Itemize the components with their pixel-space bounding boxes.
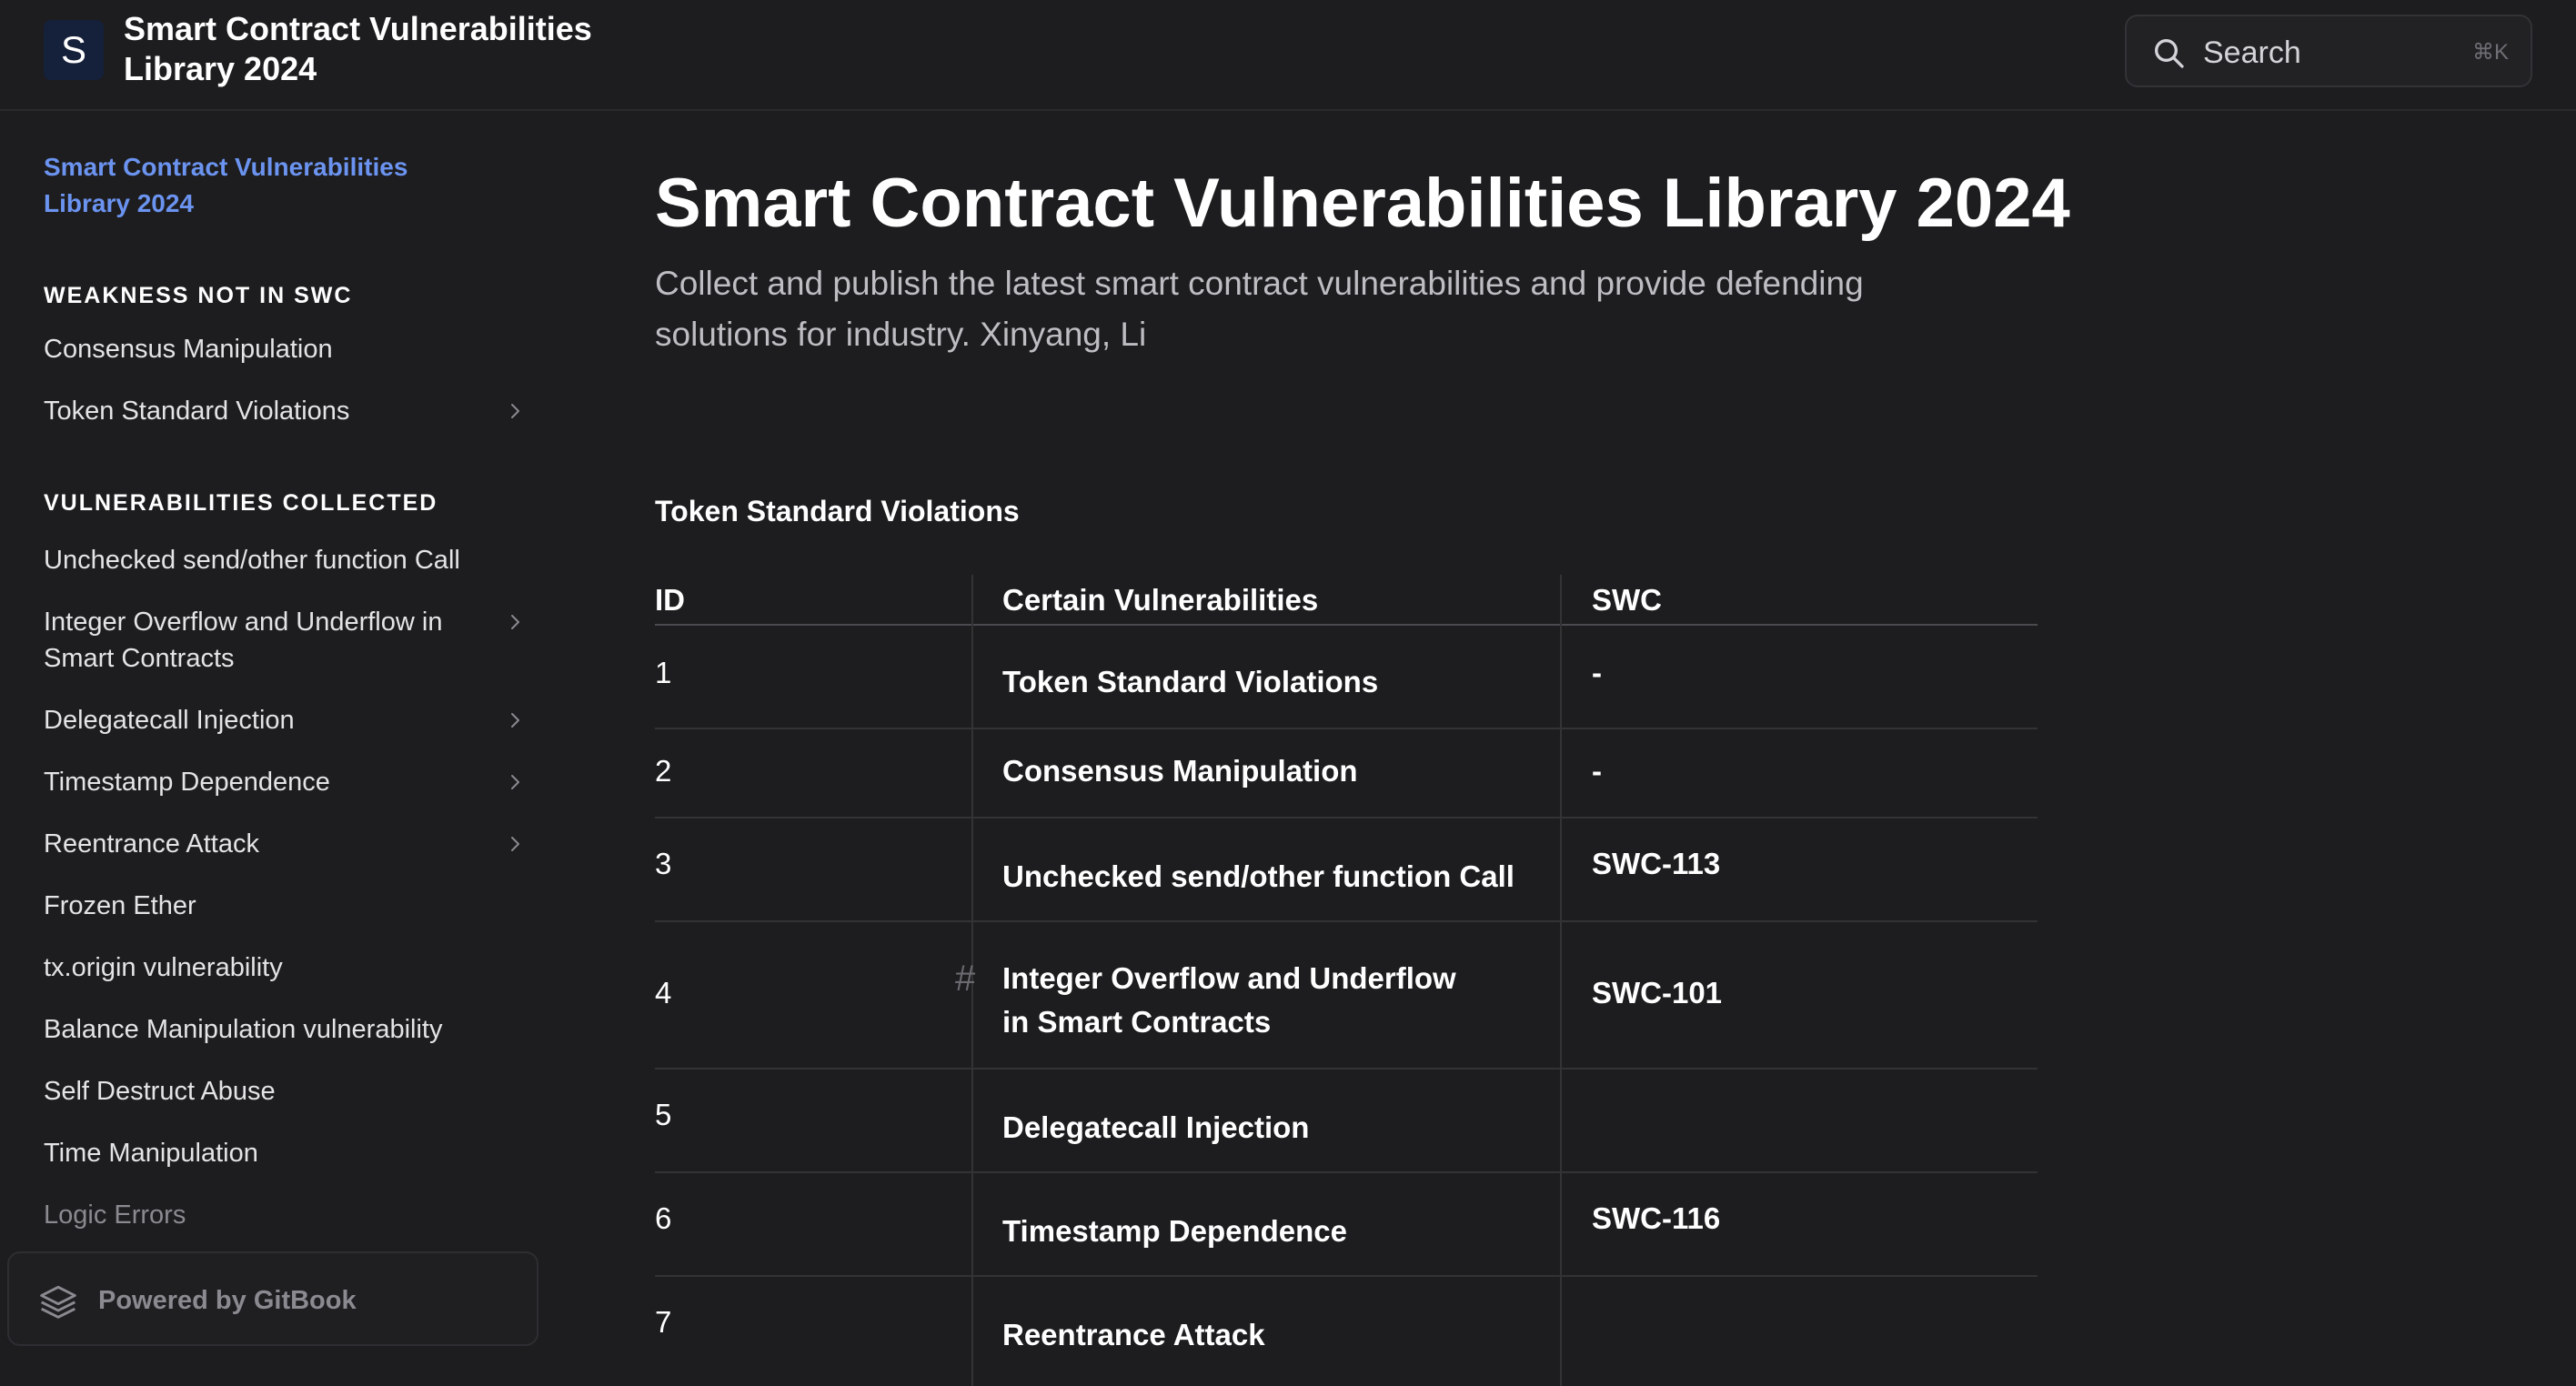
cell-vulnerability: Integer Overflow and Underflow in Smart … <box>1002 961 1456 1039</box>
cell-id: 6 <box>655 1201 672 1235</box>
search-label: Search <box>2203 35 2301 70</box>
chevron-right-icon[interactable] <box>504 611 526 633</box>
cell-id: 5 <box>655 1098 672 1131</box>
sidebar-item-time-manipulation[interactable]: Time Manipulation <box>44 1135 526 1171</box>
cell-swc: - <box>1592 656 1602 689</box>
sidebar-section-vulnerabilities: VULNERABILITIES COLLECTED <box>44 490 438 516</box>
page-title: Smart Contract Vulnerabilities Library 2… <box>655 165 2070 242</box>
page-description: Collect and publish the latest smart con… <box>655 265 1864 353</box>
column-divider <box>971 729 973 819</box>
cell-swc: SWC-116 <box>1592 1201 1721 1235</box>
chevron-right-icon[interactable] <box>504 833 526 855</box>
sidebar-item-label: Frozen Ether <box>44 891 196 920</box>
table-row: # 4 Integer Overflow and Underflow in Sm… <box>655 922 2038 1070</box>
cell-id: 7 <box>655 1305 672 1339</box>
cell-vulnerability: Reentrance Attack <box>1002 1318 1265 1351</box>
cell-vulnerability: Consensus Manipulation <box>1002 754 1358 788</box>
column-divider <box>971 1277 973 1386</box>
cell-id: 4 <box>655 976 672 1009</box>
column-divider <box>971 1173 973 1277</box>
sidebar-item-label: Token Standard Violations <box>44 397 350 426</box>
main-content: Smart Contract Vulnerabilities Library 2… <box>655 113 2070 1386</box>
column-divider <box>971 575 973 626</box>
column-header-id: ID <box>655 583 685 617</box>
sidebar: Smart Contract Vulnerabilities Library 2… <box>0 113 546 1355</box>
column-header-swc: SWC <box>1592 583 1662 617</box>
sidebar-item-label: Timestamp Dependence <box>44 768 330 797</box>
cell-vulnerability: Unchecked send/other function Call <box>1002 859 1514 893</box>
sidebar-item-logic-errors[interactable]: Logic Errors <box>44 1197 526 1233</box>
sidebar-item-label: tx.origin vulnerability <box>44 953 283 982</box>
column-divider <box>1560 819 1562 922</box>
cell-swc: SWC-113 <box>1592 847 1721 880</box>
cell-swc: SWC-101 <box>1592 976 1723 1009</box>
sidebar-item-frozen-ether[interactable]: Frozen Ether <box>44 888 526 924</box>
cell-swc: - <box>1592 754 1602 788</box>
chevron-right-icon[interactable] <box>504 400 526 422</box>
sidebar-item-label: Self Destruct Abuse <box>44 1077 276 1106</box>
sidebar-item-label: Integer Overflow and Underflow in Smart … <box>44 608 443 673</box>
search-shortcut: ⌘K <box>2471 40 2509 65</box>
chevron-right-icon[interactable] <box>504 709 526 731</box>
table-row: 1 Token Standard Violations - <box>655 626 2038 729</box>
table-row: 6 Timestamp Dependence SWC-116 <box>655 1173 2038 1277</box>
column-divider <box>1560 575 1562 626</box>
sidebar-item-label: Time Manipulation <box>44 1139 258 1168</box>
column-divider <box>1560 1070 1562 1173</box>
sidebar-home-link[interactable]: Smart Contract Vulnerabilities Library 2… <box>44 149 426 222</box>
sidebar-item-delegatecall-injection[interactable]: Delegatecall Injection <box>44 702 526 738</box>
column-divider <box>1560 729 1562 819</box>
cell-vulnerability: Timestamp Dependence <box>1002 1214 1348 1248</box>
sidebar-item-self-destruct-abuse[interactable]: Self Destruct Abuse <box>44 1073 526 1110</box>
chevron-right-icon[interactable] <box>504 771 526 793</box>
sidebar-item-token-standard-violations[interactable]: Token Standard Violations <box>44 393 526 429</box>
cell-vulnerability: Token Standard Violations <box>1002 665 1379 698</box>
site-title[interactable]: Smart Contract Vulnerabilities Library 2… <box>124 9 633 89</box>
hash-anchor-icon[interactable]: # <box>955 957 975 1000</box>
table-row: 5 Delegatecall Injection <box>655 1070 2038 1173</box>
column-divider <box>1560 922 1562 1070</box>
column-divider <box>1560 626 1562 729</box>
column-divider <box>1560 1173 1562 1277</box>
powered-by-label: Powered by GitBook <box>98 1286 357 1315</box>
sidebar-item-timestamp-dependence[interactable]: Timestamp Dependence <box>44 764 526 800</box>
table-row: 3 Unchecked send/other function Call SWC… <box>655 819 2038 922</box>
table-row: 2 Consensus Manipulation - <box>655 729 2038 819</box>
sidebar-item-reentrance-attack[interactable]: Reentrance Attack <box>44 826 526 862</box>
cell-id: 1 <box>655 656 672 689</box>
search-icon <box>2155 39 2184 68</box>
column-divider <box>1560 1277 1562 1386</box>
sidebar-item-balance-manipulation[interactable]: Balance Manipulation vulnerability <box>44 1011 526 1048</box>
cell-id: 2 <box>655 754 672 788</box>
table-header-row: ID Certain Vulnerabilities SWC <box>655 575 2038 626</box>
sidebar-item-label: Logic Errors <box>44 1200 186 1230</box>
vulnerabilities-table: ID Certain Vulnerabilities SWC 1 Token S… <box>655 575 2038 1386</box>
column-divider <box>971 626 973 729</box>
cell-id: 3 <box>655 847 672 880</box>
gitbook-logo-icon <box>40 1285 76 1319</box>
column-divider <box>971 1070 973 1173</box>
sidebar-item-label: Delegatecall Injection <box>44 706 295 735</box>
column-divider <box>971 819 973 922</box>
table-heading: Token Standard Violations <box>655 495 1020 527</box>
sidebar-item-label: Unchecked send/other function Call <box>44 546 460 575</box>
top-header: S Smart Contract Vulnerabilities Library… <box>0 0 2576 111</box>
sidebar-item-integer-overflow[interactable]: Integer Overflow and Underflow in Smart … <box>44 604 526 677</box>
sidebar-item-label: Balance Manipulation vulnerability <box>44 1015 443 1044</box>
sidebar-item-tx-origin[interactable]: tx.origin vulnerability <box>44 949 526 986</box>
site-logo[interactable]: S <box>44 20 104 80</box>
search-button[interactable]: Search ⌘K <box>2125 15 2532 87</box>
powered-by-gitbook-link[interactable]: Powered by GitBook <box>7 1251 538 1346</box>
sidebar-item-unchecked-send[interactable]: Unchecked send/other function Call <box>44 542 526 578</box>
sidebar-item-label: Consensus Manipulation <box>44 335 333 364</box>
table-row: 7 Reentrance Attack <box>655 1277 2038 1386</box>
column-header-vulnerabilities: Certain Vulnerabilities <box>1002 583 1319 617</box>
cell-vulnerability: Delegatecall Injection <box>1002 1110 1310 1144</box>
sidebar-item-label: Reentrance Attack <box>44 829 259 859</box>
sidebar-item-consensus-manipulation[interactable]: Consensus Manipulation <box>44 331 526 367</box>
sidebar-section-weakness: WEAKNESS NOT IN SWC <box>44 283 353 308</box>
